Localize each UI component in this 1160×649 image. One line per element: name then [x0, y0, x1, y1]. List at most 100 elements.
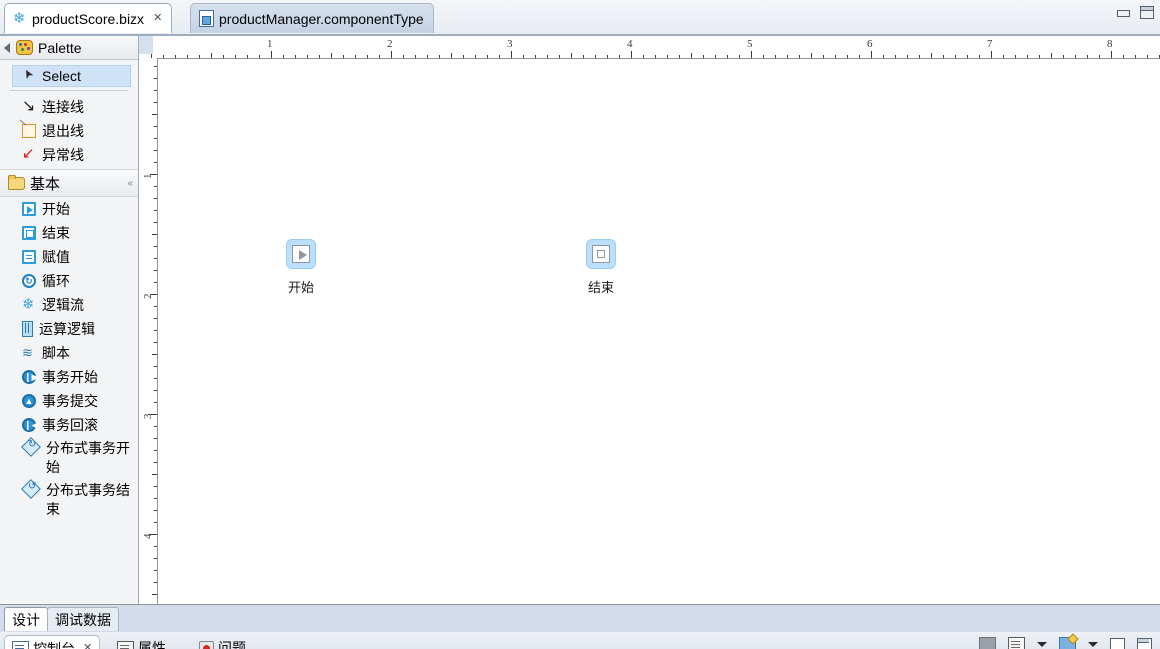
ruler-minor-tick	[583, 55, 584, 58]
ruler-minor-tick	[223, 55, 224, 58]
palette-tool-exit-line[interactable]: 退出线	[0, 119, 138, 143]
ruler-minor-tick	[154, 366, 157, 367]
ruler-minor-tick	[259, 55, 260, 58]
view-tab-problems[interactable]: 问题	[192, 635, 253, 649]
ruler-minor-tick	[847, 55, 848, 58]
editor-bottom-tab-bar: 设计 调试数据	[0, 604, 1160, 632]
palette-group-basic[interactable]: 基本 «	[0, 169, 138, 197]
ruler-minor-tick	[154, 378, 157, 379]
display-selected-console-icon[interactable]	[1008, 637, 1025, 649]
minimize-view-icon[interactable]	[1110, 638, 1125, 649]
editor-tab-bar: productScore.bizx ✕ productManager.compo…	[0, 0, 1160, 36]
start-node-shape[interactable]	[286, 239, 316, 269]
ruler-minor-tick	[439, 55, 440, 58]
ruler-minor-tick	[379, 55, 380, 58]
transaction-commit-icon: ▲	[22, 394, 36, 408]
script-node-icon: ≋	[22, 345, 33, 360]
ruler-minor-tick	[154, 450, 157, 451]
close-icon[interactable]: ✕	[153, 13, 162, 24]
ruler-label: 2	[387, 38, 393, 50]
folder-open-icon	[8, 174, 25, 190]
open-console-menu-icon[interactable]	[1088, 642, 1098, 647]
terminate-icon[interactable]	[979, 637, 996, 649]
ruler-minor-tick	[859, 55, 860, 58]
ruler-minor-tick	[463, 55, 464, 58]
palette-header[interactable]: Palette	[0, 36, 138, 60]
palette-item-assign[interactable]: 赋值	[0, 245, 138, 269]
ruler-minor-tick	[154, 582, 157, 583]
tab-design[interactable]: 设计	[4, 607, 48, 631]
palette-tool-label: 退出线	[42, 123, 84, 139]
ruler-minor-tick	[811, 53, 812, 58]
palette-tool-select[interactable]: Select	[12, 65, 131, 87]
view-toolbar	[979, 637, 1152, 649]
palette-tool-exception-line[interactable]: 异常线	[0, 143, 138, 167]
tab-debug-data[interactable]: 调试数据	[47, 607, 119, 631]
view-tab-label: 控制台	[33, 640, 75, 649]
view-tab-bar: 控制台 ✕ 属性 问题	[0, 632, 1160, 649]
window-controls	[1116, 6, 1154, 19]
palette-item-transaction-rollback[interactable]: ❙◀ 事务回滚	[0, 413, 138, 437]
palette-item-logic-flow[interactable]: 逻辑流	[0, 293, 138, 317]
palette-item-label: 事务回滚	[42, 417, 98, 433]
view-tab-properties[interactable]: 属性	[110, 635, 173, 649]
palette-item-start[interactable]: 开始	[0, 197, 138, 221]
ruler-minor-tick	[211, 53, 212, 58]
palette-item-label: 事务开始	[42, 369, 98, 385]
ruler-minor-tick	[319, 55, 320, 58]
ruler-minor-tick	[955, 55, 956, 58]
ruler-origin-corner	[139, 36, 153, 54]
ruler-minor-tick	[451, 53, 452, 58]
ruler-label: 1	[267, 38, 273, 50]
editor-tab-productscore[interactable]: productScore.bizx ✕	[4, 3, 173, 33]
palette-item-distributed-transaction-begin[interactable]: ↻ 分布式事务开始	[0, 437, 138, 479]
end-node-shape[interactable]	[586, 239, 616, 269]
palette-item-loop[interactable]: ↻ 循环	[0, 269, 138, 293]
diagram-node-end[interactable]: 结束	[569, 239, 633, 296]
palette-tool-label: 异常线	[42, 147, 84, 163]
ruler-minor-tick	[307, 55, 308, 58]
palette-item-label: 事务提交	[42, 393, 98, 409]
ruler-minor-tick	[1135, 55, 1136, 58]
collapse-left-icon[interactable]	[4, 43, 10, 53]
cursor-arrow-icon	[22, 69, 36, 83]
maximize-icon[interactable]	[1140, 6, 1154, 19]
ruler-minor-tick	[523, 55, 524, 58]
diagram-canvas[interactable]: 开始 结束	[158, 59, 1160, 604]
open-console-icon[interactable]	[1059, 637, 1076, 649]
problems-icon	[199, 640, 214, 649]
ruler-minor-tick	[154, 498, 157, 499]
palette-item-label: 赋值	[42, 249, 70, 265]
palette-item-operation-logic[interactable]: 运算逻辑	[0, 317, 138, 341]
editor-tab-productmanager[interactable]: productManager.componentType	[190, 3, 434, 33]
palette-item-end[interactable]: 结束	[0, 221, 138, 245]
minimize-icon[interactable]	[1116, 6, 1130, 19]
close-icon[interactable]: ✕	[83, 643, 92, 649]
pin-double-arrow-icon[interactable]: «	[127, 178, 132, 189]
palette-item-script[interactable]: ≋ 脚本	[0, 341, 138, 365]
ruler-minor-tick	[727, 55, 728, 58]
diagram-node-start[interactable]: 开始	[269, 239, 333, 296]
ruler-minor-tick	[154, 78, 157, 79]
horizontal-ruler[interactable]: 012345678	[139, 36, 1160, 59]
palette-item-transaction-commit[interactable]: ▲ 事务提交	[0, 389, 138, 413]
ruler-minor-tick	[715, 55, 716, 58]
diagram-node-label: 开始	[287, 280, 314, 295]
palette-item-transaction-begin[interactable]: ❙▶ 事务开始	[0, 365, 138, 389]
maximize-view-icon[interactable]	[1137, 638, 1152, 649]
ruler-minor-tick	[739, 55, 740, 58]
node-inner-frame	[592, 245, 610, 263]
ruler-minor-tick	[919, 55, 920, 58]
ruler-minor-tick	[154, 462, 157, 463]
ruler-minor-tick	[199, 55, 200, 58]
palette-item-distributed-transaction-end[interactable]: ↺ 分布式事务结束	[0, 479, 138, 521]
ruler-minor-tick	[154, 510, 157, 511]
palette-item-label: 逻辑流	[42, 297, 84, 313]
ruler-minor-tick	[907, 55, 908, 58]
vertical-ruler[interactable]: 1 2 3 4	[139, 58, 158, 604]
ruler-label: 3	[142, 413, 154, 420]
display-selected-console-menu-icon[interactable]	[1037, 642, 1047, 647]
palette-tool-connection-line[interactable]: 连接线	[0, 95, 138, 119]
view-tab-console[interactable]: 控制台 ✕	[4, 635, 101, 649]
palette-tool-label: Select	[42, 68, 81, 84]
